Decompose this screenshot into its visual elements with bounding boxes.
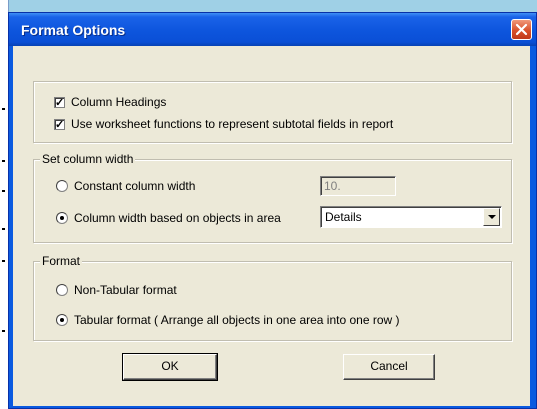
format-group: Format Non-Tabular format Tabular format…: [33, 254, 512, 341]
background-mark: [2, 160, 5, 162]
constant-width-input[interactable]: 10.: [320, 176, 396, 196]
background-mark: [2, 260, 5, 262]
width-based-on-objects-label: Column width based on objects in area: [74, 211, 281, 225]
dialog-body: Column Headings Use worksheet functions …: [13, 46, 530, 406]
title-bar[interactable]: Format Options: [9, 13, 536, 46]
format-legend: Format: [40, 254, 83, 268]
close-icon: [515, 23, 528, 36]
background-mark: [2, 108, 5, 110]
worksheet-functions-checkbox[interactable]: Use worksheet functions to represent sub…: [54, 116, 394, 133]
dialog-title: Format Options: [21, 22, 126, 38]
column-width-group: Set column width Constant column width 1…: [33, 152, 512, 243]
radio-selected[interactable]: [56, 314, 68, 326]
radio-selected[interactable]: [56, 212, 68, 224]
chevron-down-icon[interactable]: [483, 208, 500, 226]
close-button[interactable]: [511, 19, 532, 40]
column-headings-label: Column Headings: [71, 95, 167, 109]
column-width-legend: Set column width: [40, 152, 136, 166]
ok-button[interactable]: OK: [122, 353, 218, 381]
constant-width-label: Constant column width: [74, 179, 196, 193]
tabular-radio[interactable]: Tabular format ( Arrange all objects in …: [56, 312, 400, 328]
background-mark: [2, 190, 5, 192]
tabular-label: Tabular format ( Arrange all objects in …: [74, 313, 400, 327]
column-headings-checkbox[interactable]: Column Headings: [54, 94, 167, 111]
area-select[interactable]: Details: [320, 206, 502, 228]
background-mark: [2, 228, 5, 230]
radio-unselected[interactable]: [56, 180, 68, 192]
radio-unselected[interactable]: [56, 284, 68, 296]
constant-width-radio[interactable]: Constant column width: [56, 178, 195, 194]
format-options-dialog: Format Options Column Headings Use works…: [8, 12, 537, 409]
checkbox-checked[interactable]: [54, 95, 65, 111]
cancel-button[interactable]: Cancel: [343, 354, 435, 380]
non-tabular-label: Non-Tabular format: [74, 283, 177, 297]
non-tabular-radio[interactable]: Non-Tabular format: [56, 282, 177, 298]
worksheet-functions-label: Use worksheet functions to represent sub…: [71, 117, 394, 131]
area-select-value: Details: [325, 210, 362, 224]
options-group: Column Headings Use worksheet functions …: [33, 81, 512, 143]
width-based-on-objects-radio[interactable]: Column width based on objects in area: [56, 210, 281, 226]
checkbox-checked[interactable]: [54, 117, 65, 133]
background-mark: [2, 330, 5, 332]
